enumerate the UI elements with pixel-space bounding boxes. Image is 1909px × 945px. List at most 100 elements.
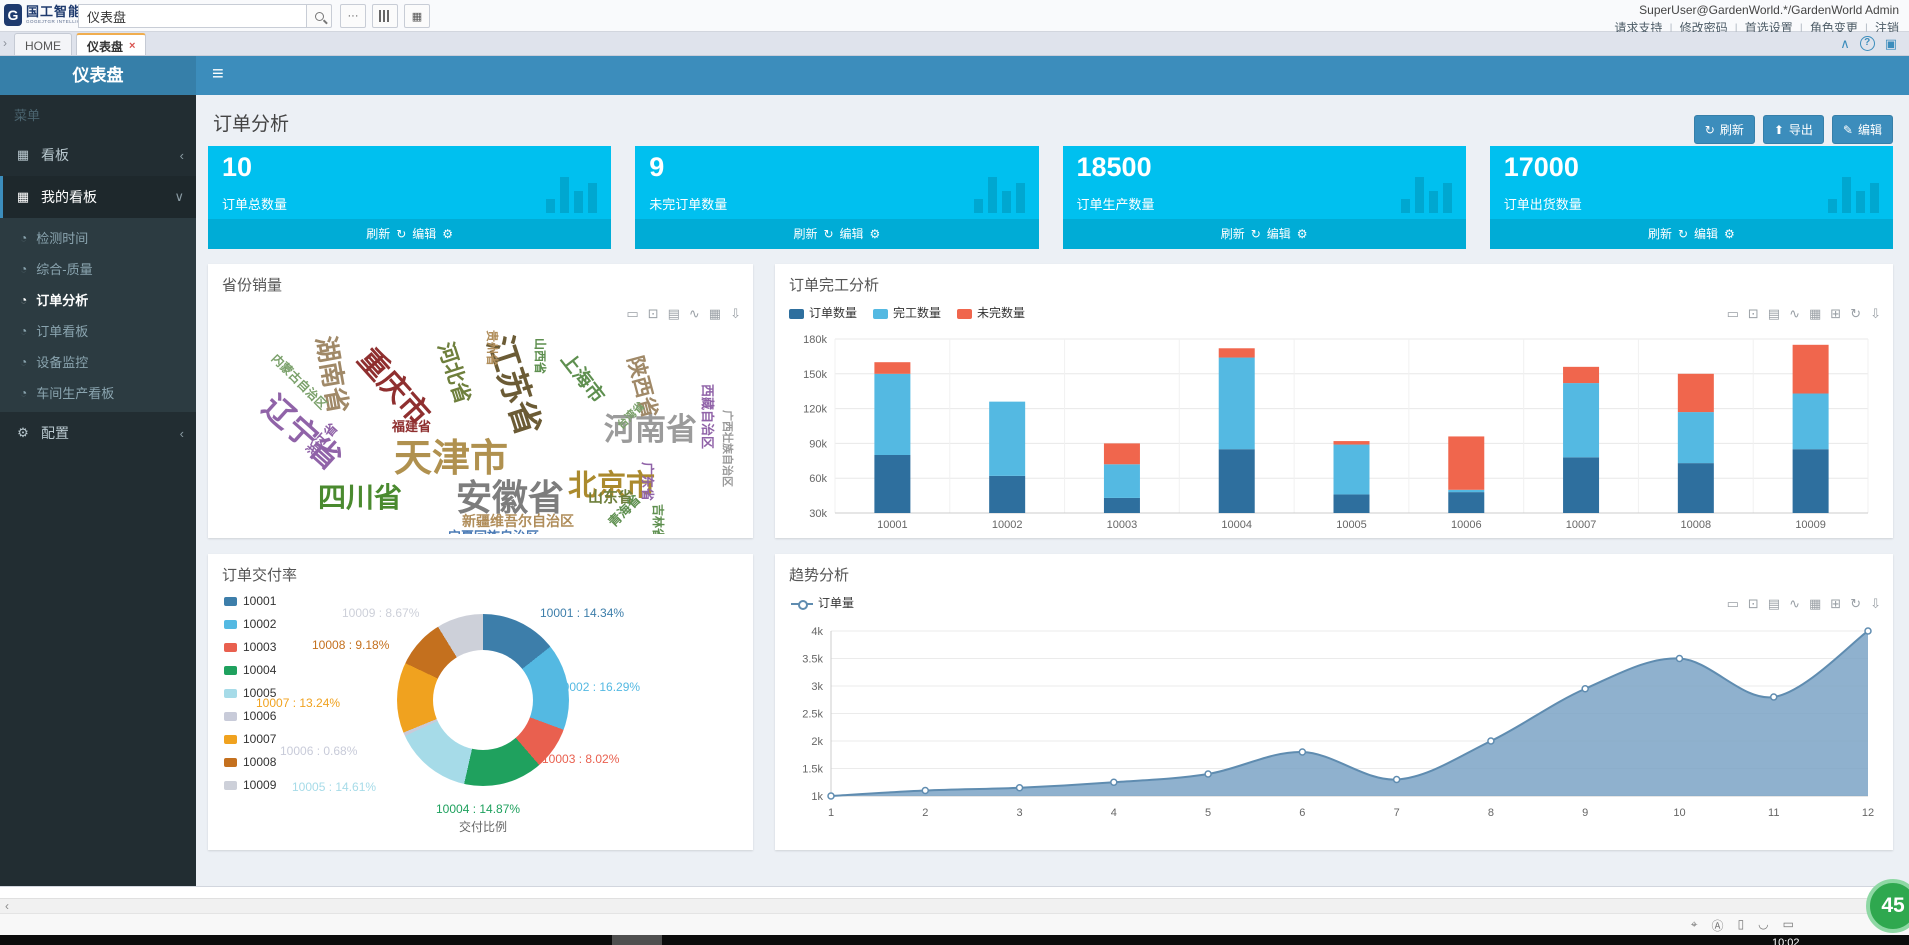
bar-icon[interactable]: ▦	[1809, 306, 1821, 322]
stack-icon[interactable]: ⊞	[1830, 596, 1841, 612]
qr-button[interactable]: ▦	[404, 4, 430, 28]
more-button[interactable]: ···	[340, 4, 366, 28]
restore-icon[interactable]: ⊡	[1748, 596, 1759, 612]
wordcloud-chart[interactable]: 天津市安徽省河南省北京市四川省江苏省重庆市辽宁省湖南省河北省陕西省上海市山东省福…	[216, 322, 746, 534]
sidebar-item-看板[interactable]: ▦看板‹	[0, 134, 196, 176]
sidebar-item-我的看板[interactable]: ▦我的看板∨	[0, 176, 196, 218]
wordcloud-word: 河北省	[434, 340, 473, 406]
kpi-footer[interactable]: 刷新 ↻ 编辑 ⚙	[635, 219, 1038, 249]
restore-icon[interactable]: ⊡	[648, 306, 659, 322]
data-view-icon[interactable]: ▤	[1768, 306, 1780, 322]
trend-chart-legend[interactable]: 订单量	[791, 594, 854, 611]
refresh-icon[interactable]: ↻	[823, 227, 833, 241]
legend-item-10007[interactable]: 10007	[224, 732, 276, 746]
pin-icon[interactable]: ⌖	[1691, 917, 1698, 934]
taskbar[interactable]: 10:02	[0, 935, 1909, 945]
data-view-icon[interactable]: ▤	[668, 306, 680, 322]
wordcloud-word: 上海市	[557, 350, 607, 407]
legend-item-订单数量[interactable]: 订单数量	[789, 304, 857, 321]
box-icon[interactable]: ▭	[1727, 306, 1739, 322]
barcode-button[interactable]	[372, 4, 398, 28]
legend-item-10001[interactable]: 10001	[224, 594, 276, 608]
legend-item-10002[interactable]: 10002	[224, 617, 276, 631]
line-icon[interactable]: ∿	[689, 306, 700, 322]
tab-HOME[interactable]: HOME	[14, 33, 72, 55]
download-icon[interactable]: ⇩	[730, 306, 741, 322]
legend-item-10009[interactable]: 10009	[224, 778, 276, 792]
refresh-icon[interactable]: ↻	[1251, 227, 1261, 241]
sidebar-item-设备监控[interactable]: ◔设备监控	[0, 346, 196, 377]
button-label: 刷新	[1720, 121, 1744, 138]
box-icon[interactable]: ▭	[1727, 596, 1739, 612]
legend-item-未完数量[interactable]: 未完数量	[957, 304, 1025, 321]
restore-icon[interactable]: ⊡	[1748, 306, 1759, 322]
sidebar-item-订单分析[interactable]: ◔订单分析	[0, 284, 196, 315]
sidebar-item-订单看板[interactable]: ◔订单看板	[0, 315, 196, 346]
audio-icon[interactable]: ◡	[1758, 917, 1768, 934]
svg-text:2.5k: 2.5k	[802, 709, 823, 721]
stack-icon[interactable]: ⊞	[1830, 306, 1841, 322]
刷新-button[interactable]: ↻刷新	[1694, 115, 1755, 144]
refresh-label[interactable]: 刷新	[1648, 227, 1672, 241]
download-icon[interactable]: ⇩	[1870, 596, 1881, 612]
legend-item-10008[interactable]: 10008	[224, 755, 276, 769]
kpi-footer[interactable]: 刷新 ↻ 编辑 ⚙	[1490, 219, 1893, 249]
sidebar-item-车间生产看板[interactable]: ◔车间生产看板	[0, 377, 196, 408]
pie-chart-legend: 1000110002100031000410005100061000710008…	[224, 594, 276, 792]
wrench-icon[interactable]: ⚙	[1724, 227, 1735, 241]
search-button[interactable]	[306, 4, 332, 28]
refresh-icon[interactable]: ↻	[1850, 596, 1861, 612]
导出-button[interactable]: ⬆导出	[1763, 115, 1824, 144]
bar-icon[interactable]: ▦	[1809, 596, 1821, 612]
edit-label[interactable]: 编辑	[412, 227, 436, 241]
menu-toggle-icon[interactable]: ≡	[212, 63, 224, 86]
trash-icon[interactable]: ▯	[1738, 917, 1745, 934]
sidebar-item-配置[interactable]: ⚙配置‹	[0, 412, 196, 454]
calendar-icon[interactable]: ▣	[1885, 36, 1897, 52]
kpi-footer[interactable]: 刷新 ↻ 编辑 ⚙	[208, 219, 611, 249]
tab-仪表盘[interactable]: 仪表盘×	[76, 33, 146, 55]
wrench-icon[interactable]: ⚙	[870, 227, 881, 241]
svg-text:180k: 180k	[803, 334, 827, 346]
wrench-icon[interactable]: ⚙	[1297, 227, 1308, 241]
legend-item-完工数量[interactable]: 完工数量	[873, 304, 941, 321]
taskbar-item[interactable]	[612, 935, 662, 945]
wrench-icon[interactable]: ⚙	[442, 227, 453, 241]
sidebar-item-检测时间[interactable]: ◔检测时间	[0, 222, 196, 253]
sidebar-section-label: 菜单	[0, 95, 196, 134]
legend-item-10003[interactable]: 10003	[224, 640, 276, 654]
sidebar-item-综合-质量[interactable]: ◔综合-质量	[0, 253, 196, 284]
close-icon[interactable]: ×	[129, 40, 135, 52]
accessibility-icon[interactable]: Ⓐ	[1712, 917, 1724, 934]
kpi-footer[interactable]: 刷新 ↻ 编辑 ⚙	[1063, 219, 1466, 249]
stacked-bar-chart[interactable]: 180k150k120k90k60k30k1000110002100031000…	[783, 326, 1878, 531]
refresh-label[interactable]: 刷新	[366, 227, 390, 241]
kpi-label: 订单总数量	[222, 194, 287, 213]
area-line-chart[interactable]: 4k3.5k3k2.5k2k1.5k1k123456789101112	[783, 616, 1878, 841]
window-icon[interactable]: ▭	[1783, 917, 1794, 934]
collapse-icon[interactable]: ∧	[1840, 36, 1850, 52]
line-icon[interactable]: ∿	[1789, 596, 1800, 612]
refresh-icon[interactable]: ↻	[1850, 306, 1861, 322]
refresh-icon[interactable]: ↻	[1678, 227, 1688, 241]
edit-label[interactable]: 编辑	[1694, 227, 1718, 241]
edit-label[interactable]: 编辑	[1267, 227, 1291, 241]
data-view-icon[interactable]: ▤	[1768, 596, 1780, 612]
bar-icon[interactable]: ▦	[709, 306, 721, 322]
edit-label[interactable]: 编辑	[840, 227, 864, 241]
sidebar-item-label: 订单分析	[36, 290, 88, 309]
legend-item-10006[interactable]: 10006	[224, 709, 276, 723]
refresh-label[interactable]: 刷新	[793, 227, 817, 241]
refresh-label[interactable]: 刷新	[1221, 227, 1245, 241]
pie-slice-label: 10004 : 14.87%	[436, 802, 520, 816]
line-icon[interactable]: ∿	[1789, 306, 1800, 322]
legend-item-10004[interactable]: 10004	[224, 663, 276, 677]
help-icon[interactable]: ?	[1860, 36, 1875, 51]
refresh-icon[interactable]: ↻	[396, 227, 406, 241]
编辑-button[interactable]: ✎编辑	[1832, 115, 1893, 144]
box-icon[interactable]: ▭	[626, 306, 638, 322]
download-icon[interactable]: ⇩	[1870, 306, 1881, 322]
tab-scroll-icon[interactable]: ›	[3, 36, 7, 50]
collapse-arrow-icon[interactable]: ‹	[5, 899, 9, 913]
search-input[interactable]	[78, 4, 306, 28]
